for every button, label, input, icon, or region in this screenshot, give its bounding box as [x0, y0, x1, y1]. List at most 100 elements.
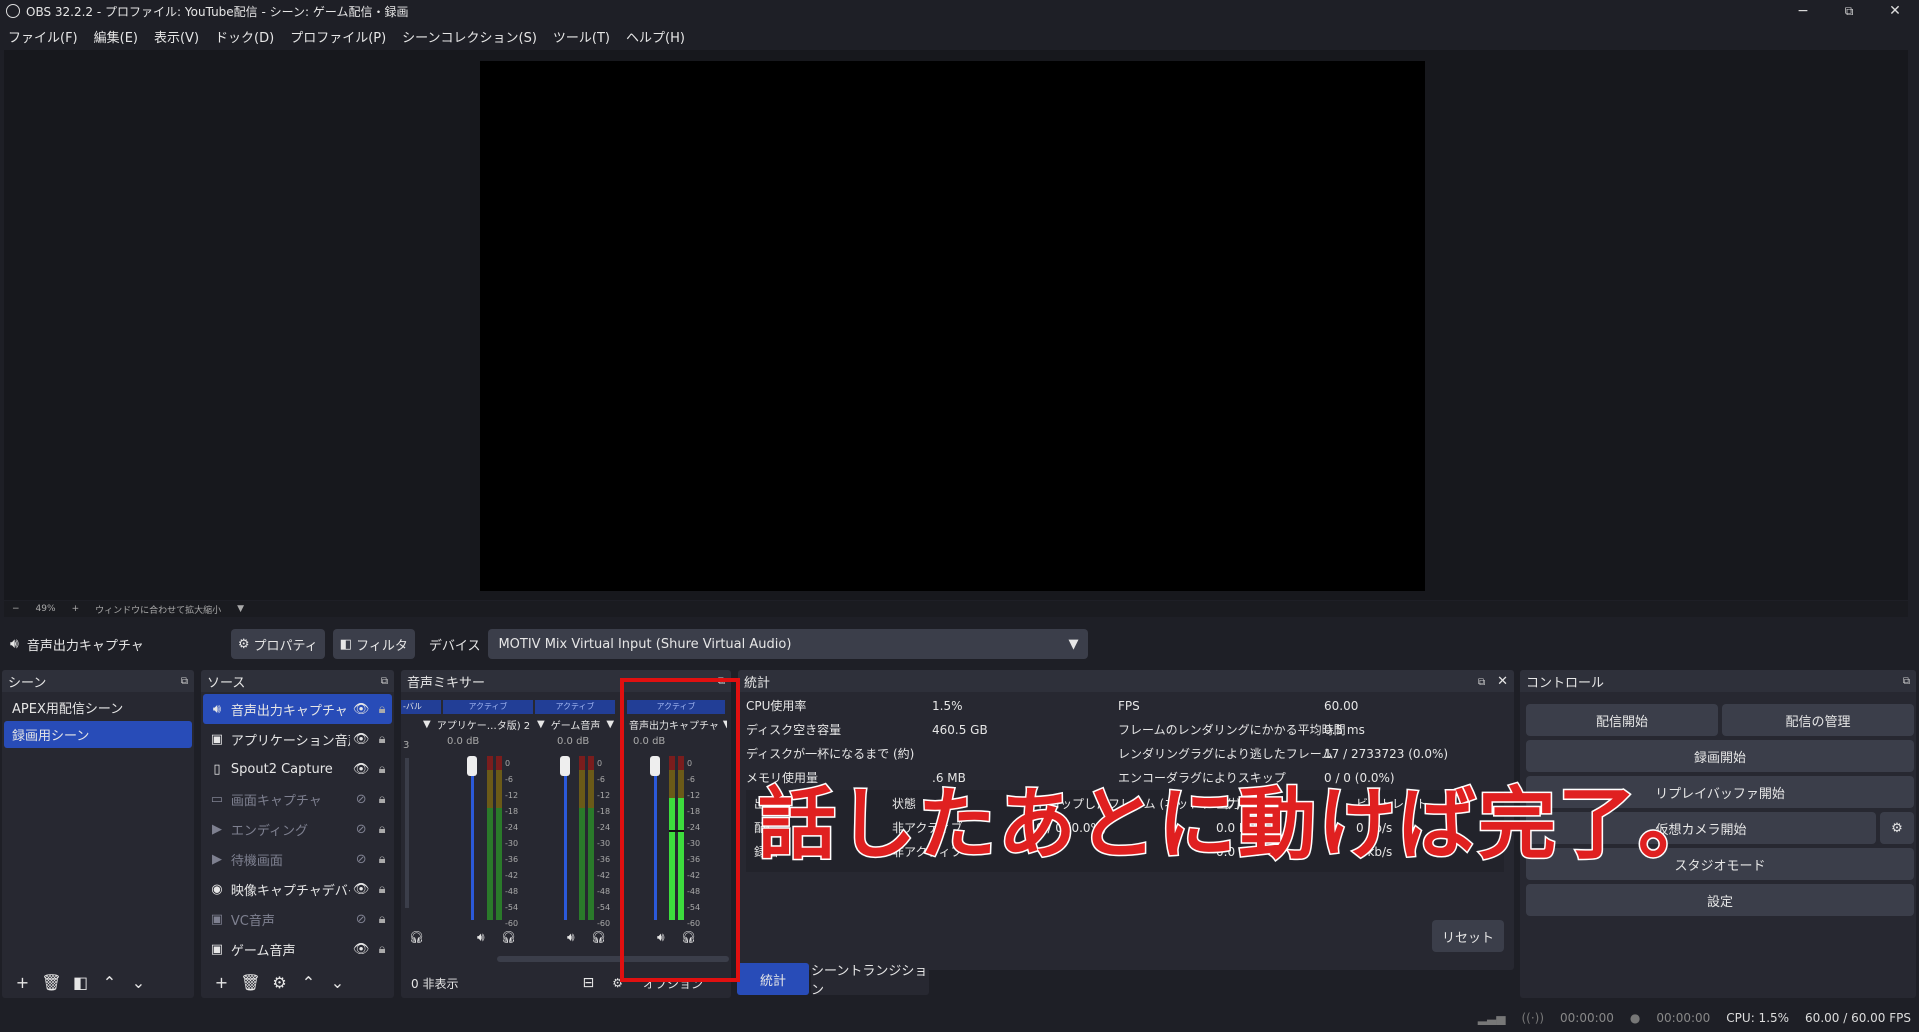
scale-tick: -42	[597, 871, 611, 880]
eye-icon[interactable]: 👁︎	[350, 702, 372, 717]
chevron-up-icon[interactable]: ⌃	[294, 973, 323, 992]
menu-view[interactable]: 表示(V)	[146, 27, 207, 46]
undock-icon[interactable]: ⧉	[1903, 676, 1910, 687]
source-toolbar: 🔊︎ 音声出力キャプチャ ⚙ プロパティ ◧ フィルタ デバイス MOTIV Mix…	[0, 624, 1919, 664]
zoom-in-button[interactable]: +	[72, 604, 80, 614]
eye-hidden-icon[interactable]: ⊘	[350, 912, 372, 927]
menu-help[interactable]: ヘルプ(H)	[618, 27, 693, 46]
properties-button[interactable]: ⚙ プロパティ	[230, 629, 325, 659]
source-item[interactable]: ◉ 映像キャプチャデバイス👁︎🔒︎	[203, 874, 392, 904]
source-item[interactable]: ▶ エンディング ⊘ 🔒︎	[203, 814, 392, 844]
reset-button[interactable]: リセット	[1432, 920, 1504, 952]
stat-value: 0.5 ms	[1324, 723, 1365, 737]
tab-scene-transitions[interactable]: シーントランジション	[811, 963, 929, 998]
start-streaming-button[interactable]: 配信開始	[1526, 704, 1718, 736]
filter-icon[interactable]: ◧	[66, 973, 95, 992]
scale-tick: -6	[505, 775, 513, 784]
partial-fader[interactable]	[405, 758, 409, 908]
zoom-out-button[interactable]: −	[12, 604, 20, 614]
tab-stats[interactable]: 統計	[737, 963, 809, 995]
lock-icon[interactable]: 🔒︎	[372, 762, 392, 777]
manage-stream-button[interactable]: 配信の管理	[1722, 704, 1914, 736]
scene-item-selected[interactable]: 録画用シーン	[4, 721, 192, 748]
scale-tick: -30	[597, 839, 611, 848]
monitor-off-icon[interactable]: 🎧︎	[591, 930, 606, 944]
menu-file[interactable]: ファイル(F)	[0, 27, 86, 46]
menu-tools[interactable]: ツール(T)	[545, 27, 618, 46]
eye-icon[interactable]: 👁︎	[350, 762, 372, 777]
lock-icon[interactable]: 🔒︎	[372, 882, 392, 897]
source-item-selected[interactable]: 🔊︎ 音声出力キャプチャ 👁︎ 🔒︎	[203, 694, 392, 724]
device-select[interactable]: MOTIV Mix Virtual Input (Shure Virtual A…	[488, 629, 1089, 659]
stats-title: 統計	[744, 675, 771, 691]
add-icon[interactable]: +	[207, 973, 236, 992]
virtual-camera-settings-button[interactable]: ⚙	[1880, 812, 1914, 844]
obs-logo-icon	[6, 4, 20, 18]
stat-value: 1.5%	[932, 699, 963, 713]
eye-hidden-icon[interactable]: ⊘	[350, 792, 372, 807]
add-icon[interactable]: +	[8, 973, 37, 992]
close-button[interactable]: ✕	[1872, 0, 1918, 22]
eye-icon[interactable]: 👁︎	[350, 882, 372, 897]
minimize-button[interactable]: −	[1780, 0, 1826, 22]
volume-fader-track[interactable]	[471, 758, 474, 920]
eye-icon[interactable]: 👁︎	[350, 942, 372, 957]
meter-red	[579, 756, 585, 770]
source-item[interactable]: ▣ ゲーム音声 👁︎ 🔒︎	[203, 934, 392, 964]
source-item[interactable]: ▯ Spout2 Capture 👁︎ 🔒︎	[203, 754, 392, 784]
hidden-count[interactable]: 0 非表示	[411, 975, 458, 992]
channel-header[interactable]: ▼ アプリケー…タ版) 2	[423, 716, 533, 732]
selected-source-name: 音声出力キャプチャ	[26, 638, 144, 654]
eye-icon[interactable]: 👁︎	[350, 732, 372, 747]
chevron-down-icon[interactable]: ▼	[237, 604, 244, 614]
lock-icon[interactable]: 🔒︎	[372, 822, 392, 837]
close-icon[interactable]: ✕	[1497, 674, 1508, 689]
monitor-off-icon[interactable]: 🎧︎	[409, 930, 424, 944]
volume-fader-handle[interactable]	[560, 756, 570, 776]
source-item[interactable]: ▣ アプリケーション音声 👁︎ 🔒︎	[203, 724, 392, 754]
zoom-fit-label[interactable]: ウィンドウに合わせて拡大縮小	[95, 603, 221, 616]
chevron-down-icon[interactable]: ⌄	[323, 973, 352, 992]
lock-icon[interactable]: 🔒︎	[372, 732, 392, 747]
chevron-down-icon[interactable]: ⌄	[124, 973, 153, 992]
maximize-button[interactable]: ⧉	[1826, 0, 1872, 22]
menu-edit[interactable]: 編集(E)	[86, 27, 146, 46]
menu-scene-collection[interactable]: シーンコレクション(S)	[394, 27, 545, 46]
source-item[interactable]: ▭ 画面キャプチャ ⊘ 🔒︎	[203, 784, 392, 814]
lock-icon[interactable]: 🔒︎	[372, 912, 392, 927]
monitor-off-icon[interactable]: 🎧︎	[501, 930, 516, 944]
menu-profile[interactable]: プロファイル(P)	[282, 27, 394, 46]
gear-icon[interactable]: ⚙	[265, 973, 294, 992]
volume-fader-handle[interactable]	[467, 756, 477, 776]
lock-icon[interactable]: 🔒︎	[372, 702, 392, 717]
layout-icon[interactable]: ⊟	[582, 975, 594, 991]
source-label: エンディング	[230, 823, 308, 839]
eye-hidden-icon[interactable]: ⊘	[350, 852, 372, 867]
lock-icon[interactable]: 🔒︎	[372, 942, 392, 957]
undock-icon[interactable]: ⧉	[381, 676, 388, 687]
channel-status: アクティブ	[535, 700, 615, 714]
volume-fader-track[interactable]	[564, 758, 567, 920]
undock-icon[interactable]: ⧉	[181, 676, 188, 687]
channel-header[interactable]: ▼ ゲーム音声 ▼	[537, 716, 627, 732]
scale-tick: -48	[505, 887, 519, 896]
lock-icon[interactable]: 🔒︎	[372, 852, 392, 867]
menu-dock[interactable]: ドック(D)	[207, 27, 282, 46]
preview-canvas[interactable]	[480, 61, 1425, 591]
speaker-icon[interactable]: 🔊︎	[567, 930, 575, 945]
source-item[interactable]: ▣ VC音声 ⊘ 🔒︎	[203, 904, 392, 934]
meter-yellow	[579, 770, 585, 808]
trash-icon[interactable]: 🗑︎	[236, 973, 265, 992]
filters-button[interactable]: ◧ フィルタ	[332, 629, 415, 659]
trash-icon[interactable]: 🗑︎	[37, 973, 66, 992]
chevron-up-icon[interactable]: ⌃	[95, 973, 124, 992]
scene-item[interactable]: APEX用配信シーン	[4, 694, 192, 721]
eye-hidden-icon[interactable]: ⊘	[350, 822, 372, 837]
source-item[interactable]: ▶ 待機画面 ⊘ 🔒︎	[203, 844, 392, 874]
undock-icon[interactable]: ⧉	[1478, 677, 1485, 688]
settings-button[interactable]: 設定	[1526, 884, 1914, 916]
lock-icon[interactable]: 🔒︎	[372, 792, 392, 807]
speaker-icon[interactable]: 🔊︎	[477, 930, 485, 945]
camera-icon: ◉	[211, 881, 223, 897]
properties-label: プロパティ	[253, 638, 318, 654]
